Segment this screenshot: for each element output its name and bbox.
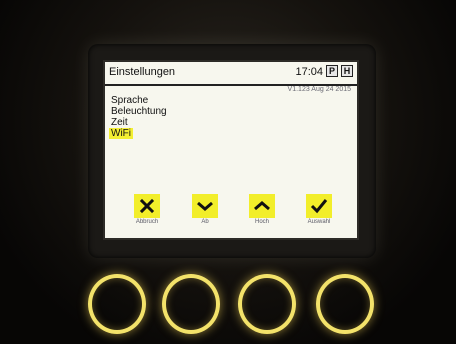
chevron-up-icon (249, 194, 275, 218)
hardware-button-1[interactable] (88, 274, 146, 334)
menu-item-beleuchtung[interactable]: Beleuchtung (109, 106, 169, 117)
menu-item-zeit[interactable]: Zeit (109, 117, 130, 128)
softkey-hoch[interactable]: Hoch (240, 194, 284, 225)
hardware-button-3[interactable] (238, 274, 296, 334)
softkey-auswahl[interactable]: Auswahl (297, 194, 341, 225)
settings-menu: Sprache Beleuchtung Zeit WiFi (109, 95, 169, 139)
softkey-label: Ab (201, 219, 209, 225)
mode-badge-h: H (341, 65, 353, 77)
menu-item-wifi[interactable]: WiFi (109, 128, 133, 139)
title-bar: Einstellungen 17:04 P H (105, 62, 357, 86)
checkmark-icon (306, 194, 332, 218)
close-icon (134, 194, 160, 218)
device-housing: Einstellungen 17:04 P H V1.123 Aug 24 20… (0, 0, 456, 344)
clock-time: 17:04 (295, 66, 323, 78)
softkey-abbruch[interactable]: Abbruch (125, 194, 169, 225)
hardware-button-2[interactable] (162, 274, 220, 334)
softkey-bar: Abbruch Ab Hoch Auswahl (105, 194, 357, 238)
menu-item-sprache[interactable]: Sprache (109, 95, 150, 106)
softkey-ab[interactable]: Ab (183, 194, 227, 225)
chevron-down-icon (192, 194, 218, 218)
softkey-label: Abbruch (135, 219, 159, 225)
softkey-label: Auswahl (307, 219, 331, 225)
hardware-button-4[interactable] (316, 274, 374, 334)
softkey-label: Hoch (254, 219, 269, 225)
page-title: Einstellungen (109, 66, 176, 78)
mode-badge-p: P (326, 65, 338, 77)
lcd-screen: Einstellungen 17:04 P H V1.123 Aug 24 20… (103, 60, 359, 240)
firmware-version: V1.123 Aug 24 2015 (287, 86, 351, 93)
